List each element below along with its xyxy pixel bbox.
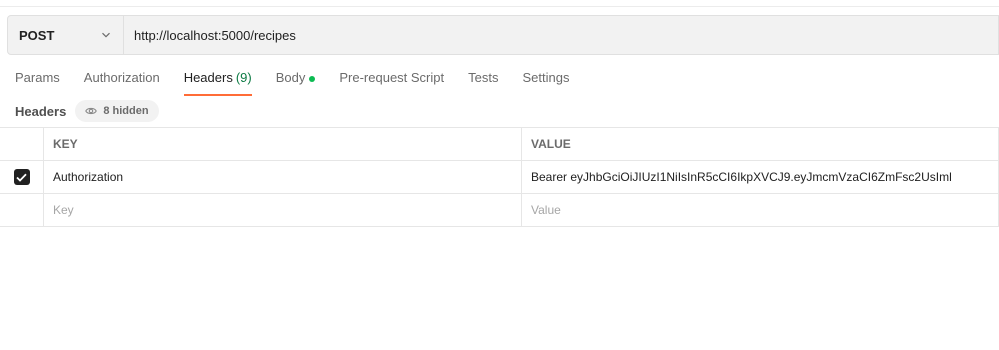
header-value-cell[interactable]: Bearer eyJhbGciOiJIUzI1NiIsInR5cCI6IkpXV… <box>522 161 999 193</box>
table-row-new: Key Value <box>0 194 999 227</box>
body-indicator-dot <box>309 76 316 82</box>
new-key-input[interactable]: Key <box>44 194 522 226</box>
headers-subheader: Headers 8 hidden <box>15 100 159 122</box>
tab-label: Body <box>275 70 306 85</box>
top-divider <box>0 6 999 7</box>
column-header-key: KEY <box>44 128 522 160</box>
tab-label: Pre-request Script <box>339 70 445 85</box>
method-label: POST <box>19 27 55 43</box>
method-select[interactable]: POST <box>8 16 124 54</box>
tab-authorization[interactable]: Authorization <box>84 68 160 96</box>
tab-body[interactable]: Body <box>276 68 316 96</box>
tab-label: Tests <box>468 70 499 85</box>
hidden-count-label: 8 hidden <box>103 105 149 117</box>
headers-table: KEY VALUE Authorization Bearer eyJhbGciO… <box>0 127 999 227</box>
request-tabs: Params Authorization Headers (9) Body Pre… <box>15 68 593 96</box>
tab-params[interactable]: Params <box>15 68 60 96</box>
checkmark-icon <box>16 173 27 182</box>
request-bar: POST <box>7 15 999 55</box>
column-header-value: VALUE <box>522 128 999 160</box>
headers-count: (9) <box>235 70 252 85</box>
tab-pre-request-script[interactable]: Pre-request Script <box>339 68 444 96</box>
table-row: Authorization Bearer eyJhbGciOiJIUzI1NiI… <box>0 161 999 194</box>
headers-title: Headers <box>15 103 67 119</box>
row-enabled-checkbox[interactable] <box>13 169 30 185</box>
tab-label: Headers <box>183 70 233 85</box>
url-input[interactable] <box>124 16 998 54</box>
row-check-cell <box>0 161 44 193</box>
tab-settings[interactable]: Settings <box>522 68 569 96</box>
tab-tests[interactable]: Tests <box>468 68 498 96</box>
header-check-cell <box>0 128 44 160</box>
hidden-headers-toggle[interactable]: 8 hidden <box>75 100 159 122</box>
tab-label: Params <box>15 70 60 85</box>
eye-icon <box>85 107 98 115</box>
table-header-row: KEY VALUE <box>0 128 999 161</box>
row-check-cell <box>0 194 44 226</box>
tab-headers[interactable]: Headers (9) <box>183 68 252 96</box>
chevron-down-icon <box>102 32 110 38</box>
new-value-input[interactable]: Value <box>522 194 999 226</box>
tab-label: Authorization <box>83 70 160 85</box>
tab-label: Settings <box>522 70 570 85</box>
header-key-cell[interactable]: Authorization <box>44 161 522 193</box>
